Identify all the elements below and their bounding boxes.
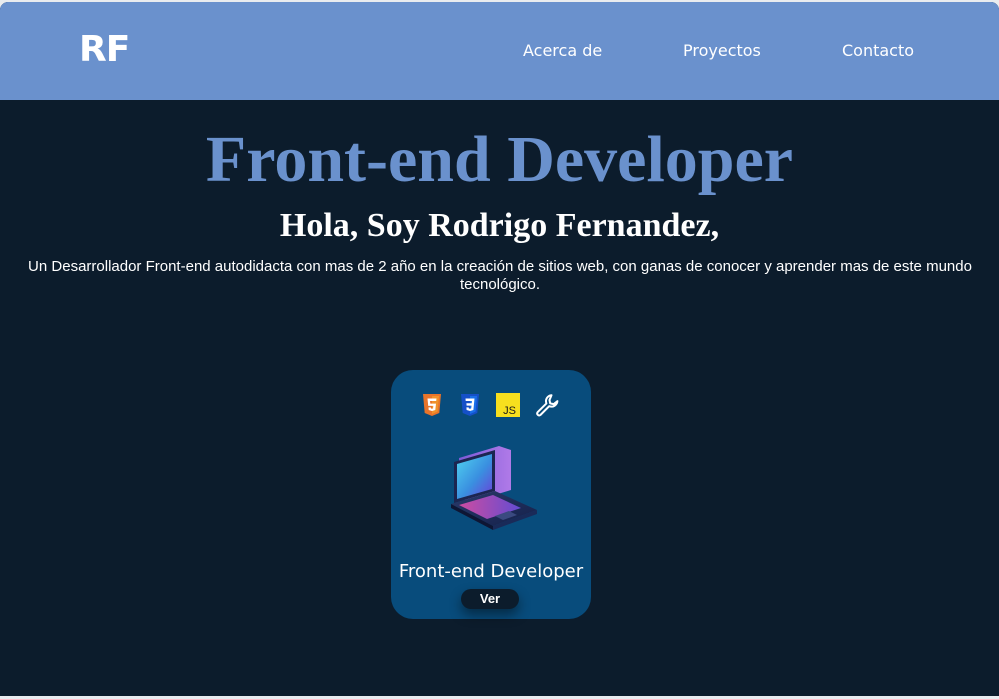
laptop-illustration bbox=[445, 444, 541, 536]
js-icon-label: JS bbox=[503, 405, 516, 417]
nav-link-contact[interactable]: Contacto bbox=[842, 41, 914, 61]
page-frame: RF Acerca de Proyectos Contacto Front-en… bbox=[0, 2, 999, 696]
navbar: RF Acerca de Proyectos Contacto bbox=[0, 2, 999, 100]
html5-icon bbox=[419, 392, 445, 418]
project-card: JS Front-end Developer Ver bbox=[391, 370, 591, 619]
hero-title: Front-end Developer bbox=[205, 123, 794, 196]
view-button[interactable]: Ver bbox=[461, 589, 519, 609]
hero-greeting: Hola, Soy Rodrigo Fernandez, bbox=[279, 207, 720, 244]
nav-link-about[interactable]: Acerca de bbox=[523, 41, 602, 61]
card-title: Front-end Developer bbox=[398, 561, 584, 582]
logo[interactable]: RF bbox=[79, 29, 130, 71]
js-icon: JS bbox=[495, 392, 521, 418]
tech-icons: JS bbox=[391, 392, 591, 418]
hero-description: Un Desarrollador Front-end autodidacta c… bbox=[28, 258, 972, 293]
nav-link-projects[interactable]: Proyectos bbox=[683, 41, 761, 61]
wrench-icon bbox=[534, 392, 560, 418]
css3-icon bbox=[457, 392, 483, 418]
